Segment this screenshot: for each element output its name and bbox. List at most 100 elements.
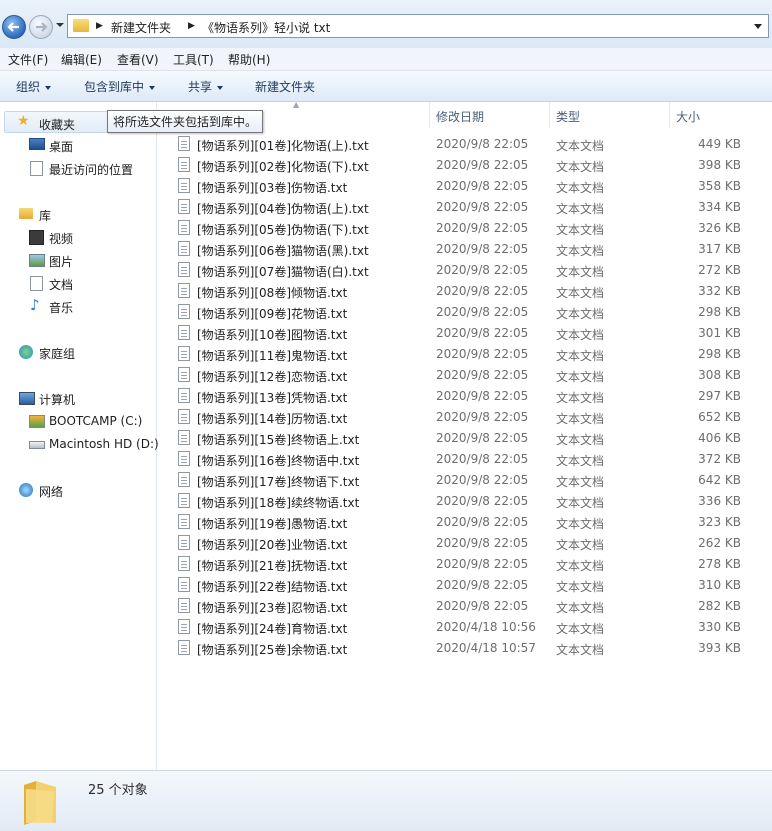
file-size: 336 KB — [698, 494, 741, 508]
picture-icon — [29, 254, 45, 267]
menu-view[interactable]: 查看(V) — [117, 51, 159, 68]
text-file-icon — [178, 451, 190, 466]
nav-item-drive-d[interactable]: Macintosh HD (D:) — [0, 434, 159, 454]
file-row[interactable]: [物语系列][04卷]伪物语(上).txt 2020/9/8 22:05 文本文档 3… — [157, 197, 772, 218]
nav-item-videos[interactable]: 视频 — [0, 227, 156, 247]
file-name: [物语系列][09卷]花物语.txt — [197, 307, 348, 321]
file-date: 2020/9/8 22:05 — [436, 284, 529, 298]
command-bar: 组织 包含到库中 共享 新建文件夹 — [0, 71, 772, 102]
file-row[interactable]: [物语系列][13卷]凭物语.txt 2020/9/8 22:05 文本文档 297 … — [157, 386, 772, 407]
file-row[interactable]: [物语系列][20卷]业物语.txt 2020/9/8 22:05 文本文档 262 … — [157, 533, 772, 554]
file-row[interactable]: [物语系列][23卷]忍物语.txt 2020/9/8 22:05 文本文档 282 … — [157, 596, 772, 617]
menu-file[interactable]: 文件(F) — [8, 51, 48, 68]
file-date: 2020/9/8 22:05 — [436, 536, 529, 550]
file-row[interactable]: [物语系列][05卷]伪物语(下).txt 2020/9/8 22:05 文本文档 3… — [157, 218, 772, 239]
tooltip: 将所选文件夹包括到库中。 — [107, 110, 264, 133]
file-name: [物语系列][06卷]猫物语(黑).txt — [197, 244, 369, 258]
menu-help[interactable]: 帮助(H) — [228, 51, 270, 68]
column-header-date[interactable]: 修改日期 — [436, 108, 484, 125]
nav-item-label: 家庭组 — [39, 347, 76, 361]
nav-item-recent[interactable]: 最近访问的位置 — [0, 158, 156, 178]
folder-icon — [24, 781, 56, 825]
organize-button[interactable]: 组织 — [16, 78, 52, 95]
file-row[interactable]: [物语系列][01卷]化物语(上).txt 2020/9/8 22:05 文本文档 4… — [157, 134, 772, 155]
share-button[interactable]: 共享 — [188, 78, 224, 95]
file-name: [物语系列][17卷]终物语下.txt — [197, 475, 360, 489]
chevron-down-icon[interactable] — [754, 24, 762, 29]
nav-item-homegroup[interactable]: 家庭组 — [0, 342, 156, 362]
menu-tools[interactable]: 工具(T) — [173, 51, 214, 68]
breadcrumb-separator-icon[interactable]: ▶ — [96, 21, 103, 31]
history-dropdown-icon[interactable] — [56, 23, 64, 27]
file-size: 298 KB — [698, 305, 741, 319]
video-icon — [29, 230, 44, 245]
file-type: 文本文档 — [556, 496, 605, 510]
file-row[interactable]: [物语系列][16卷]终物语中.txt 2020/9/8 22:05 文本文档 372… — [157, 449, 772, 470]
text-file-icon — [178, 409, 190, 424]
nav-item-desktop[interactable]: 桌面 — [0, 135, 156, 155]
file-row[interactable]: [物语系列][09卷]花物语.txt 2020/9/8 22:05 文本文档 298 … — [157, 302, 772, 323]
file-name: [物语系列][10卷]囮物语.txt — [197, 328, 348, 342]
file-name: [物语系列][20卷]业物语.txt — [197, 538, 348, 552]
file-size: 372 KB — [698, 452, 741, 466]
column-divider[interactable] — [669, 102, 670, 128]
column-divider[interactable] — [429, 102, 430, 128]
file-row[interactable]: [物语系列][08卷]倾物语.txt 2020/9/8 22:05 文本文档 332 … — [157, 281, 772, 302]
menu-edit[interactable]: 编辑(E) — [61, 51, 102, 68]
text-file-icon — [178, 619, 190, 634]
file-row[interactable]: [物语系列][17卷]终物语下.txt 2020/9/8 22:05 文本文档 642… — [157, 470, 772, 491]
library-icon — [19, 208, 33, 219]
column-divider[interactable] — [549, 102, 550, 128]
new-folder-button[interactable]: 新建文件夹 — [255, 78, 315, 95]
breadcrumb-item[interactable]: 新建文件夹 — [111, 19, 171, 36]
file-row[interactable]: [物语系列][19卷]愚物语.txt 2020/9/8 22:05 文本文档 323 … — [157, 512, 772, 533]
nav-item-label: 文档 — [49, 278, 74, 292]
file-row[interactable]: [物语系列][11卷]鬼物语.txt 2020/9/8 22:05 文本文档 298 … — [157, 344, 772, 365]
file-row[interactable]: [物语系列][02卷]化物语(下).txt 2020/9/8 22:05 文本文档 3… — [157, 155, 772, 176]
file-row[interactable]: [物语系列][21卷]抚物语.txt 2020/9/8 22:05 文本文档 278 … — [157, 554, 772, 575]
file-row[interactable]: [物语系列][03卷]伤物语.txt 2020/9/8 22:05 文本文档 358 … — [157, 176, 772, 197]
file-name: [物语系列][12卷]恋物语.txt — [197, 370, 348, 384]
nav-item-documents[interactable]: 文档 — [0, 273, 156, 293]
back-arrow-icon — [7, 22, 19, 32]
file-row[interactable]: [物语系列][06卷]猫物语(黑).txt 2020/9/8 22:05 文本文档 3… — [157, 239, 772, 260]
column-header-type[interactable]: 类型 — [556, 108, 580, 125]
file-date: 2020/9/8 22:05 — [436, 221, 529, 235]
address-box[interactable]: ▶ 新建文件夹 ▶ 《物语系列》轻小说 txt — [67, 14, 769, 38]
file-row[interactable]: [物语系列][10卷]囮物语.txt 2020/9/8 22:05 文本文档 301 … — [157, 323, 772, 344]
file-name: [物语系列][11卷]鬼物语.txt — [197, 349, 348, 363]
file-size: 406 KB — [698, 431, 741, 445]
file-size: 298 KB — [698, 347, 741, 361]
file-name: [物语系列][13卷]凭物语.txt — [197, 391, 348, 405]
nav-item-pictures[interactable]: 图片 — [0, 250, 156, 270]
file-size: 358 KB — [698, 179, 741, 193]
file-type: 文本文档 — [556, 202, 605, 216]
file-name: [物语系列][19卷]愚物语.txt — [197, 517, 348, 531]
file-row[interactable]: [物语系列][14卷]历物语.txt 2020/9/8 22:05 文本文档 652 … — [157, 407, 772, 428]
nav-item-network[interactable]: 网络 — [0, 480, 156, 500]
file-row[interactable]: [物语系列][12卷]恋物语.txt 2020/9/8 22:05 文本文档 308 … — [157, 365, 772, 386]
file-row[interactable]: [物语系列][15卷]终物语上.txt 2020/9/8 22:05 文本文档 406… — [157, 428, 772, 449]
file-row[interactable]: [物语系列][18卷]续终物语.txt 2020/9/8 22:05 文本文档 336… — [157, 491, 772, 512]
breadcrumb-separator-icon[interactable]: ▶ — [188, 21, 195, 31]
nav-item-label: 视频 — [49, 232, 74, 246]
chevron-down-icon — [149, 85, 156, 90]
nav-item-music[interactable]: ♪ 音乐 — [0, 296, 156, 316]
text-file-icon — [178, 283, 190, 298]
back-button[interactable] — [2, 15, 26, 39]
column-header-size[interactable]: 大小 — [676, 108, 700, 125]
file-row[interactable]: [物语系列][24卷]育物语.txt 2020/4/18 10:56 文本文档 330… — [157, 617, 772, 638]
nav-item-libraries[interactable]: 库 — [0, 204, 156, 224]
file-row[interactable]: [物语系列][22卷]结物语.txt 2020/9/8 22:05 文本文档 310 … — [157, 575, 772, 596]
file-type: 文本文档 — [556, 622, 605, 636]
file-name: [物语系列][01卷]化物语(上).txt — [197, 139, 369, 153]
include-in-library-button[interactable]: 包含到库中 — [84, 78, 156, 95]
file-row[interactable]: [物语系列][07卷]猫物语(白).txt 2020/9/8 22:05 文本文档 2… — [157, 260, 772, 281]
file-date: 2020/4/18 10:56 — [436, 620, 536, 634]
nav-item-computer[interactable]: 计算机 — [0, 388, 156, 408]
file-name: [物语系列][24卷]育物语.txt — [197, 622, 348, 636]
forward-button[interactable] — [29, 15, 53, 39]
breadcrumb-item[interactable]: 《物语系列》轻小说 txt — [202, 19, 330, 36]
nav-item-drive-c[interactable]: BOOTCAMP (C:) — [0, 411, 156, 431]
file-row[interactable]: [物语系列][25卷]余物语.txt 2020/4/18 10:57 文本文档 393… — [157, 638, 772, 659]
